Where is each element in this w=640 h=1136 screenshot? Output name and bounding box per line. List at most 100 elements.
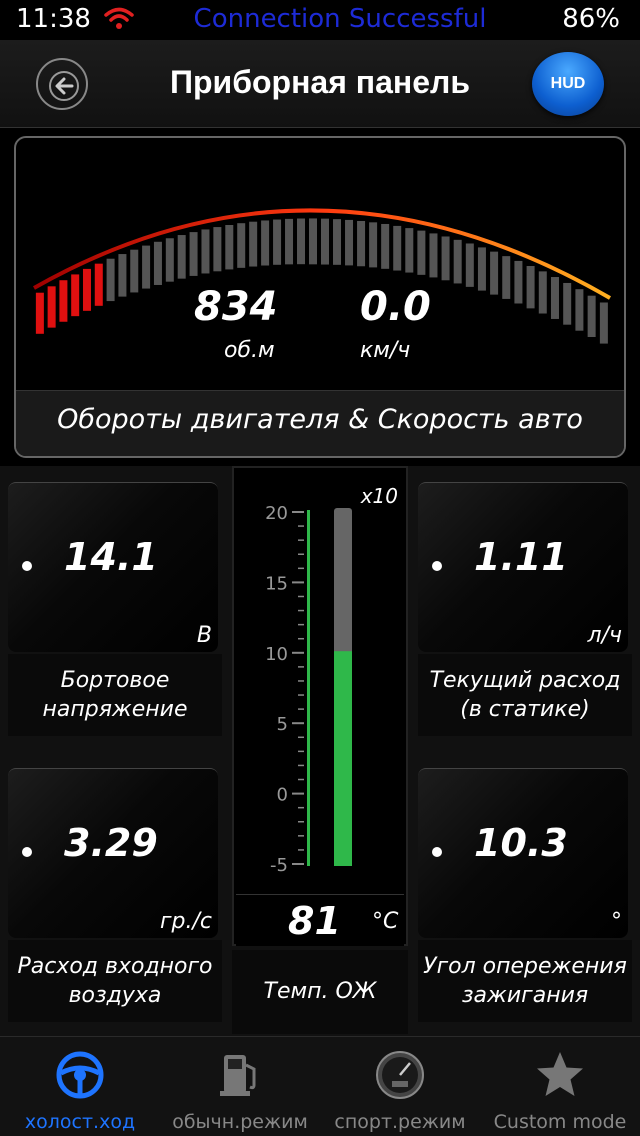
rpm-tick: [309, 218, 318, 265]
rpm-tick: [189, 232, 198, 276]
rpm-tick: [82, 268, 91, 311]
label-line: Бортовое: [60, 668, 170, 693]
rpm-tick: [381, 223, 390, 269]
voltage-tile[interactable]: 14.1 В Бортовое напряжение: [8, 468, 222, 740]
rpm-tick: [142, 245, 151, 289]
rpm-tick: [59, 280, 68, 322]
tab-custom[interactable]: Custom mode: [480, 1037, 640, 1136]
rpm-tick: [417, 230, 426, 275]
airflow-label: Расход входного воздуха: [8, 940, 222, 1022]
consumption-label: Текущий расход (в статике): [418, 654, 632, 736]
rpm-tick: [393, 225, 402, 271]
rpm-tick: [177, 235, 186, 279]
rpm-tick: [165, 238, 174, 282]
rpm-tick: [106, 258, 115, 302]
rpm-tick: [213, 227, 222, 272]
indicator-dot: [22, 847, 32, 857]
coolant-gauge[interactable]: x10 20 15 10 5 0 -5: [232, 466, 408, 946]
rpm-tick: [261, 220, 270, 266]
rpm-tick: [225, 224, 234, 270]
speed-unit: км/ч: [360, 338, 411, 363]
coolant-unit: °C: [372, 909, 399, 934]
tab-label: холост.ход: [24, 1111, 136, 1133]
ignition-value: 10.3: [474, 821, 568, 865]
status-bar: 11:38 Connection Successful 86%: [0, 0, 640, 40]
rpm-unit: об.м: [224, 338, 275, 363]
rpm-tick: [453, 239, 462, 284]
speed-value: 0.0: [360, 284, 431, 330]
voltage-label: Бортовое напряжение: [8, 654, 222, 736]
rpm-tick: [333, 219, 342, 265]
speedometer-icon: [376, 1051, 424, 1099]
tab-idle[interactable]: холост.ход: [0, 1037, 160, 1136]
rpm-speed-gauge[interactable]: 834 0.0 об.м км/ч Обороты двигателя & Ск…: [14, 136, 626, 458]
rpm-tick: [477, 247, 486, 291]
rpm-tick: [429, 233, 438, 278]
airflow-tile[interactable]: 3.29 гр./с Расход входного воздуха: [8, 754, 222, 1026]
coolant-value: 81: [288, 899, 341, 943]
gauge-label: Обороты двигателя & Скорость авто: [16, 390, 624, 456]
star-icon: [537, 1052, 583, 1096]
rpm-tick: [47, 286, 56, 328]
rpm-value: 834: [194, 284, 278, 330]
battery-level: 86%: [562, 4, 620, 34]
rpm-tick: [502, 256, 511, 299]
rpm-tick: [285, 218, 294, 265]
label-line: Расход входного: [17, 954, 213, 979]
tab-bar: холост.ход обычн.режим спорт.режим Custo…: [0, 1036, 640, 1136]
tab-label: обычн.режим: [172, 1111, 308, 1133]
steering-wheel-icon: [56, 1051, 104, 1099]
tile-face: 1.11 л/ч: [418, 482, 628, 652]
coolant-readout: 81 °C: [236, 894, 404, 946]
ignition-timing-tile[interactable]: 10.3 ° Угол опережения зажигания: [418, 754, 632, 1026]
thermometer-scale: 20 15 10 5 0 -5: [265, 503, 352, 876]
tile-face: 10.3 °: [418, 768, 628, 938]
label-line: воздуха: [68, 983, 162, 1008]
rpm-tick: [441, 236, 450, 281]
hud-button[interactable]: HUD: [532, 52, 604, 116]
thermo-label: 0: [277, 785, 288, 806]
tab-normal[interactable]: обычн.режим: [160, 1037, 320, 1136]
tab-sport[interactable]: спорт.режим: [320, 1037, 480, 1136]
indicator-dot: [432, 847, 442, 857]
rpm-tick: [153, 241, 162, 285]
thermo-label: 10: [265, 644, 288, 665]
ignition-label: Угол опережения зажигания: [418, 940, 632, 1022]
thermo-label: 5: [277, 714, 288, 735]
rpm-tick: [273, 219, 282, 265]
rpm-tick: [35, 292, 44, 334]
rpm-tick: [94, 263, 103, 306]
fuel-pump-icon: [220, 1055, 256, 1096]
label-line: напряжение: [42, 697, 188, 722]
rpm-tick: [599, 302, 608, 344]
thermo-label: -5: [270, 855, 288, 876]
rpm-tick: [249, 221, 258, 267]
connection-status: Connection Successful: [193, 4, 487, 34]
rpm-tick: [550, 277, 559, 319]
rpm-tick: [297, 218, 306, 265]
airflow-unit: гр./с: [159, 909, 212, 934]
rpm-tick: [321, 218, 330, 265]
rpm-tick: [369, 222, 378, 268]
tab-label: спорт.режим: [334, 1111, 466, 1133]
rpm-tick: [587, 295, 596, 338]
rpm-tick: [71, 274, 80, 317]
rpm-arc: [33, 208, 612, 344]
thermo-green-line: [307, 510, 310, 866]
label-line: зажигания: [461, 983, 589, 1008]
thermo-label: 20: [265, 503, 288, 524]
rpm-tick: [490, 251, 499, 295]
nav-header: Приборная панель HUD: [0, 40, 640, 128]
rpm-tick: [465, 243, 474, 287]
rpm-tick: [237, 223, 246, 268]
fuel-consumption-tile[interactable]: 1.11 л/ч Текущий расход (в статике): [418, 468, 632, 740]
label-line: Угол опережения: [423, 954, 627, 979]
rpm-tick: [201, 229, 210, 274]
rpm-tick: [118, 254, 127, 297]
rpm-tick: [130, 249, 139, 293]
rpm-tick: [563, 282, 572, 325]
tab-label: Custom mode: [493, 1111, 627, 1133]
label-line: Текущий расход: [429, 668, 621, 693]
tile-face: 3.29 гр./с: [8, 768, 218, 938]
consumption-unit: л/ч: [587, 623, 622, 648]
